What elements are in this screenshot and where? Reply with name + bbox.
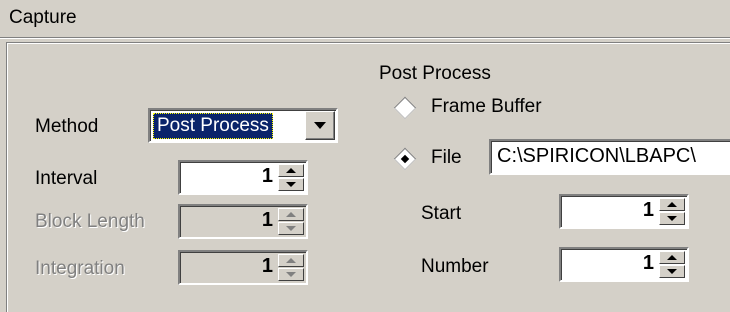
- integration-spin-up-button: [278, 254, 304, 267]
- file-path-input[interactable]: C:\SPIRICON\LBAPC\: [489, 139, 730, 175]
- block-length-label: Block Length: [35, 211, 145, 232]
- integration-value: 1: [261, 255, 273, 277]
- start-spin-down-button[interactable]: [659, 212, 685, 225]
- spin-up-icon: [286, 212, 296, 217]
- number-spin-down-button[interactable]: [659, 265, 685, 278]
- spin-up-icon: [286, 258, 296, 263]
- block-length-spin-up-button: [278, 208, 304, 221]
- number-spin-up-button[interactable]: [659, 251, 685, 264]
- integration-spin-down-button: [278, 268, 304, 281]
- spin-down-icon: [667, 216, 677, 221]
- method-dropdown-button[interactable]: [305, 111, 335, 140]
- interval-value: 1: [261, 165, 273, 187]
- block-length-spin-down-button: [278, 222, 304, 235]
- start-label: Start: [421, 203, 462, 224]
- spin-up-icon: [667, 202, 677, 207]
- number-label: Number: [421, 256, 489, 277]
- spin-down-icon: [286, 226, 296, 231]
- method-select[interactable]: Post Process: [148, 108, 338, 143]
- start-spinbox[interactable]: 1: [559, 194, 689, 229]
- post-process-label: Post Process: [379, 63, 491, 84]
- frame-buffer-label[interactable]: Frame Buffer: [431, 96, 542, 118]
- block-length-spinbox: 1: [178, 204, 308, 239]
- file-label[interactable]: File: [431, 147, 462, 169]
- file-path-value: C:\SPIRICON\LBAPC\: [497, 145, 696, 167]
- panel-header: Capture: [0, 0, 730, 38]
- integration-label: Integration: [35, 258, 125, 279]
- panel-title: Capture: [9, 7, 77, 28]
- spin-up-icon: [286, 168, 296, 173]
- interval-spin-down-button[interactable]: [278, 178, 304, 191]
- number-value: 1: [642, 252, 654, 274]
- integration-spinbox: 1: [178, 250, 308, 285]
- chevron-down-icon: [314, 122, 326, 129]
- spin-up-icon: [667, 255, 677, 260]
- interval-label: Interval: [35, 168, 98, 189]
- method-selected-value: Post Process: [153, 113, 273, 139]
- spin-down-icon: [286, 272, 296, 277]
- start-value: 1: [642, 199, 654, 221]
- start-spin-up-button[interactable]: [659, 198, 685, 211]
- method-label: Method: [35, 116, 99, 137]
- number-spinbox[interactable]: 1: [559, 247, 689, 282]
- interval-spin-up-button[interactable]: [278, 164, 304, 177]
- header-divider-highlight: [0, 38, 730, 39]
- spin-down-icon: [286, 182, 296, 187]
- interval-spinbox[interactable]: 1: [178, 160, 308, 195]
- block-length-value: 1: [261, 209, 273, 231]
- spin-down-icon: [667, 269, 677, 274]
